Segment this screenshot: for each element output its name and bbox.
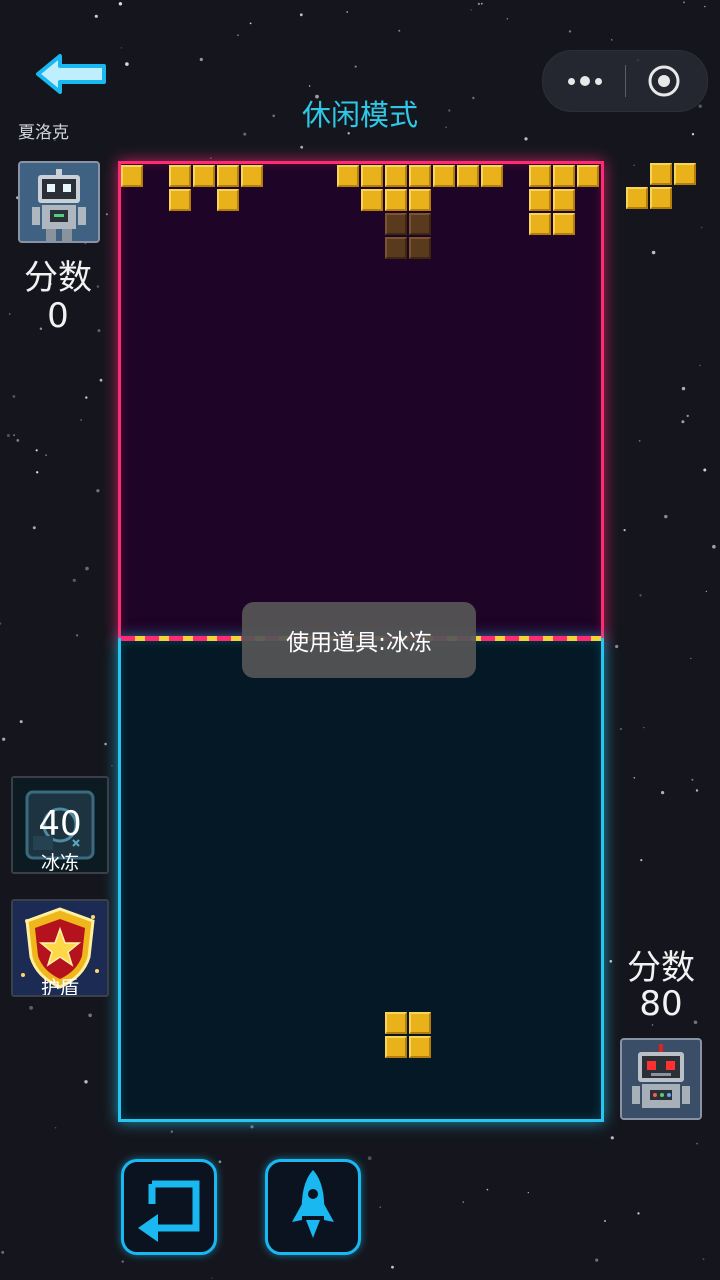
freeze-item-button[interactable]: 40 冰冻 — [11, 776, 109, 874]
opponent-board-block — [553, 213, 575, 235]
toast-message: 使用道具:冰冻 — [242, 602, 476, 678]
opponent-score-label: 分数 — [627, 948, 695, 988]
opponent-board-block — [553, 189, 575, 211]
opponent-board-block — [577, 165, 599, 187]
opponent-board-block — [193, 165, 215, 187]
shield-label: 护盾 — [40, 977, 79, 997]
rotate-button[interactable] — [121, 1159, 217, 1255]
frozen-block — [409, 213, 431, 235]
shield-item-button[interactable]: 护盾 — [11, 899, 109, 997]
freeze-count: 40 — [38, 804, 82, 844]
opponent-board-block — [361, 189, 383, 211]
opponent-board-block — [529, 189, 551, 211]
opponent-board-block — [121, 165, 143, 187]
falling-piece-block — [385, 1012, 407, 1034]
opponent-board-block — [409, 165, 431, 187]
red-eyed-robot-avatar-icon — [622, 1040, 700, 1118]
opponent-board-block — [385, 165, 407, 187]
opponent-score-value: 80 — [639, 984, 683, 1024]
opponent-board-block — [553, 165, 575, 187]
opponent-board-block — [241, 165, 263, 187]
opponent-board-block — [385, 189, 407, 211]
opponent-board-block — [169, 165, 191, 187]
opponent-board-block — [457, 165, 479, 187]
opponent-board-block — [337, 165, 359, 187]
opponent-board-block — [409, 189, 431, 211]
frozen-block — [409, 237, 431, 259]
opponent-board-block — [169, 189, 191, 211]
opponent-board-block — [433, 165, 455, 187]
rocket-icon — [292, 1170, 334, 1238]
frozen-block — [385, 237, 407, 259]
rotate-icon — [138, 1180, 200, 1242]
falling-piece-block — [409, 1012, 431, 1034]
opponent-board-block — [217, 165, 239, 187]
frozen-block — [385, 213, 407, 235]
freeze-label: 冰冻 — [40, 852, 79, 874]
opponent-board-block — [529, 165, 551, 187]
opponent-board-block — [529, 213, 551, 235]
rocket-drop-button[interactable] — [265, 1159, 361, 1255]
falling-piece-block — [409, 1036, 431, 1058]
opponent-avatar — [620, 1038, 702, 1120]
falling-piece-block — [385, 1036, 407, 1058]
opponent-board-block — [481, 165, 503, 187]
opponent-board-block — [217, 189, 239, 211]
opponent-board-block — [361, 165, 383, 187]
